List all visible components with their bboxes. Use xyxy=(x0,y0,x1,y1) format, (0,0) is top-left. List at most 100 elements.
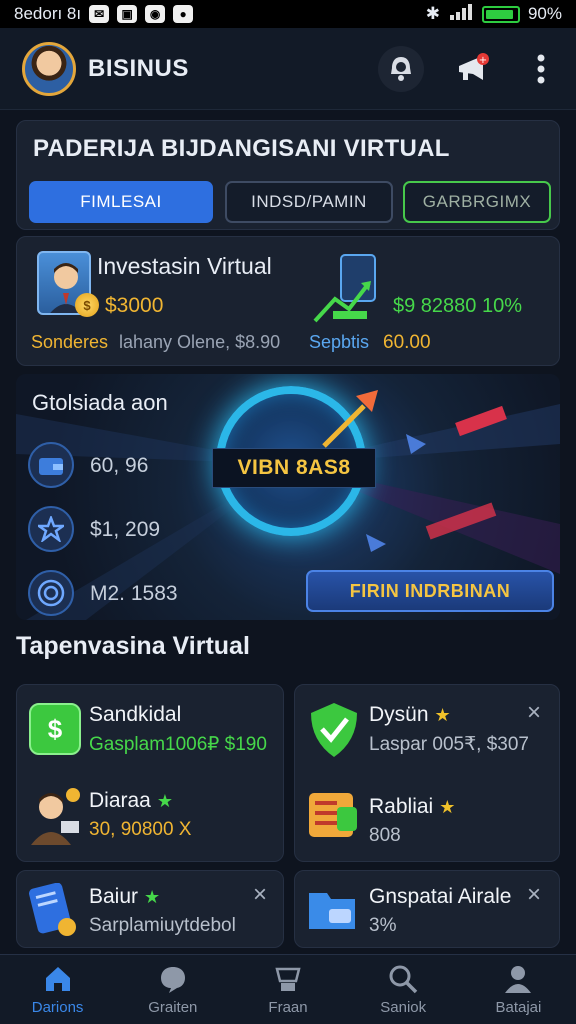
hero-title: Gtolsiada aon xyxy=(32,390,168,415)
app-card-1[interactable]: $ Sandkidal Gasplam1006₽ $190 Diaraa ★ 30… xyxy=(16,684,284,862)
nav-item-trade[interactable]: Fraan xyxy=(230,955,345,1024)
nav-label: Batajai xyxy=(495,999,542,1016)
app-sub: Gasplam1006₽ $190 xyxy=(89,734,267,755)
investment-sub-text: lahany Olene, $8.90 xyxy=(119,332,281,352)
investment-amount: $3000 xyxy=(105,294,164,317)
app-name: Dysün ★ xyxy=(369,703,451,727)
investment-stat-label: Sepbtis xyxy=(309,332,370,352)
chat-bubble-icon xyxy=(160,967,185,993)
bluetooth-icon: ✱ xyxy=(425,4,440,23)
wallet-button[interactable] xyxy=(28,442,74,488)
nav-item-search[interactable]: Saniok xyxy=(346,955,461,1024)
app-sub: 30, 90800 X xyxy=(89,819,192,840)
app-name: Baiur ★ xyxy=(89,885,160,909)
profile-avatar[interactable] xyxy=(22,41,76,96)
app-notification-icon: ◉ xyxy=(145,5,166,23)
wallet-icon xyxy=(39,458,63,475)
star-icon: ★ xyxy=(434,705,451,725)
spreadsheet-icon xyxy=(307,789,359,846)
notification-bell-button[interactable] xyxy=(378,46,424,92)
app-header: BISINUS + xyxy=(0,28,576,110)
app-name-text: Diaraa xyxy=(89,789,151,812)
hero-banner: Gtolsiada aon VIBN 8AS8 60, 96 $1, 209 M… xyxy=(16,374,560,620)
nav-item-profile[interactable]: Batajai xyxy=(461,955,576,1024)
app-sub: 808 xyxy=(369,825,401,846)
growth-chart-icon xyxy=(311,253,391,338)
app-name-text: Dysün xyxy=(369,703,429,726)
coin-icon: $ xyxy=(75,293,99,317)
star-outline-icon xyxy=(38,516,64,542)
app-name: Rabliai ★ xyxy=(369,795,455,819)
folder-icon xyxy=(307,885,359,938)
tab-fimlesai[interactable]: FIMLESAI xyxy=(29,181,213,223)
document-icon xyxy=(27,882,81,944)
nav-item-home[interactable]: Darions xyxy=(0,955,115,1024)
chat-icon: ● xyxy=(173,5,194,23)
nav-label: Saniok xyxy=(380,999,427,1016)
bottom-nav: Darions Graiten Fraan Saniok Batajai xyxy=(0,954,576,1024)
status-bar: 8edorı 8ı ✉ ▣ ◉ ● ✱ 90% xyxy=(0,0,576,28)
app-title: BISINUS xyxy=(88,54,189,82)
battery-icon xyxy=(481,5,520,23)
star-icon: ★ xyxy=(439,797,456,817)
app-name: Gnspatai Airale xyxy=(369,885,512,908)
section-title: Tapenvasina Virtual xyxy=(16,632,250,660)
star-icon: ★ xyxy=(144,887,161,907)
nav-label: Fraan xyxy=(268,999,308,1016)
investment-card[interactable]: $ Investasin Virtual $3000 Sonderes laha… xyxy=(16,236,560,366)
bell-icon xyxy=(391,57,411,81)
cta-button[interactable]: FIRIN INDRBINAN xyxy=(306,570,554,612)
basket-icon xyxy=(275,967,301,991)
home-icon xyxy=(45,967,70,991)
close-icon[interactable]: × xyxy=(527,883,541,907)
status-time: 8edorı 8ı xyxy=(14,4,82,23)
target-icon xyxy=(37,579,65,607)
nav-label: Graiten xyxy=(148,999,198,1016)
battery-fill xyxy=(485,9,513,19)
dollar-icon: $ xyxy=(29,703,81,755)
battery-percent: 90% xyxy=(527,4,562,23)
rating-button[interactable] xyxy=(28,506,74,552)
message-icon: ✉ xyxy=(89,5,110,23)
gallery-icon: ▣ xyxy=(117,5,138,23)
app-sub: Laspar 005₹, $307 xyxy=(369,734,529,755)
hero-badge: VIBN 8AS8 xyxy=(212,448,376,488)
search-icon xyxy=(389,965,418,994)
promo-title: PADERIJA BIJDANGISANI VIRTUAL xyxy=(33,135,450,162)
star-icon: ★ xyxy=(156,791,174,811)
app-sub: Sarplamiuytdebol xyxy=(89,915,236,936)
tab-garbrgimx[interactable]: GARBRGIMX xyxy=(403,181,551,223)
hero-stat-3: M2. 1583 xyxy=(90,582,178,605)
app-name: Sandkidal xyxy=(89,703,182,726)
promo-card: PADERIJA BIJDANGISANI VIRTUAL FIMLESAI I… xyxy=(16,120,560,230)
hero-stat-2: $1, 209 xyxy=(90,518,161,541)
announcement-button[interactable]: + xyxy=(450,46,496,92)
app-name-text: Baiur xyxy=(89,885,139,908)
user-icon xyxy=(505,966,532,993)
target-button[interactable] xyxy=(28,570,74,616)
nav-item-chat[interactable]: Graiten xyxy=(115,955,230,1024)
app-card-3[interactable]: Baiur ★ × Sarplamiuytdebol xyxy=(16,870,284,948)
app-sub: 3% xyxy=(369,915,397,936)
investment-stat-value: 60.00 xyxy=(383,332,431,353)
megaphone-icon: + xyxy=(459,53,489,80)
nav-label: Darions xyxy=(31,999,84,1016)
close-icon[interactable]: × xyxy=(253,883,267,907)
app-card-4[interactable]: Gnspatai Airale × 3% xyxy=(294,870,560,948)
investment-sub-label: Sonderes xyxy=(31,332,109,352)
app-card-2[interactable]: Dysün ★ × Laspar 005₹, $307 Rabliai ★ 808 xyxy=(294,684,560,862)
app-name-text: Rabliai xyxy=(369,795,434,818)
app-name: Diaraa ★ xyxy=(89,789,173,813)
arrow-up-icon xyxy=(322,390,378,448)
signal-icon xyxy=(448,3,474,25)
close-icon[interactable]: × xyxy=(527,701,541,725)
overflow-menu-button[interactable] xyxy=(518,46,564,92)
investment-title: Investasin Virtual xyxy=(97,253,272,279)
hero-stat-1: 60, 96 xyxy=(90,454,149,477)
more-vertical-icon xyxy=(537,54,545,84)
investment-gain: $9 82880 10% xyxy=(393,295,523,317)
shield-check-icon xyxy=(307,701,361,764)
person-avatar-icon xyxy=(29,785,85,850)
tab-indsd-pamin[interactable]: INDSD/PAMIN xyxy=(225,181,393,223)
svg-text:+: + xyxy=(479,55,487,66)
